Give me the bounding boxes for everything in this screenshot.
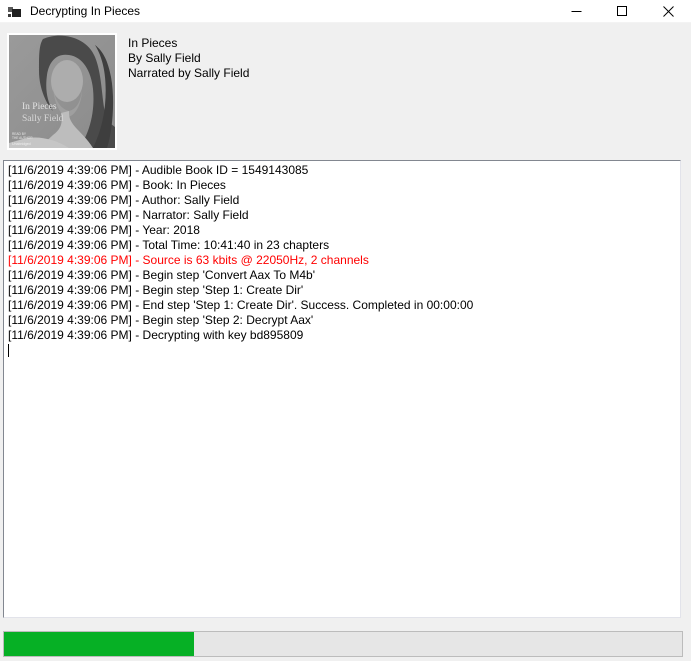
log-textbox[interactable]: [11/6/2019 4:39:06 PM] - Audible Book ID…	[3, 160, 681, 618]
log-caret-line	[8, 343, 678, 358]
log-entry: [11/6/2019 4:39:06 PM] - Total Time: 10:…	[8, 238, 678, 253]
log-entry: [11/6/2019 4:39:06 PM] - Begin step 'Ste…	[8, 283, 678, 298]
text-caret	[8, 344, 9, 357]
cover-edition-text: Unabridged	[12, 142, 31, 146]
title-bar: Decrypting In Pieces	[0, 0, 691, 23]
maximize-button[interactable]	[599, 0, 645, 23]
log-entry: [11/6/2019 4:39:06 PM] - Source is 63 kb…	[8, 253, 678, 268]
book-author: By Sally Field	[128, 51, 249, 66]
log-entry: [11/6/2019 4:39:06 PM] - Year: 2018	[8, 223, 678, 238]
log-entry: [11/6/2019 4:39:06 PM] - Audible Book ID…	[8, 163, 678, 178]
progress-fill	[4, 632, 194, 656]
progress-bar	[3, 631, 683, 657]
log-entry: [11/6/2019 4:39:06 PM] - Narrator: Sally…	[8, 208, 678, 223]
log-entry: [11/6/2019 4:39:06 PM] - Author: Sally F…	[8, 193, 678, 208]
minimize-icon	[571, 6, 582, 17]
maximize-icon	[617, 6, 628, 17]
cover-readby-line2: THE AUTHOR	[12, 136, 33, 140]
log-entry: [11/6/2019 4:39:06 PM] - Begin step 'Con…	[8, 268, 678, 283]
log-entry: [11/6/2019 4:39:06 PM] - Book: In Pieces	[8, 178, 678, 193]
book-title: In Pieces	[128, 36, 249, 51]
cover-title-text: In Pieces	[22, 102, 57, 112]
close-button[interactable]	[645, 0, 691, 23]
caption-buttons	[553, 0, 691, 23]
log-entry: [11/6/2019 4:39:06 PM] - Begin step 'Ste…	[8, 313, 678, 328]
minimize-button[interactable]	[553, 0, 599, 23]
log-entry: [11/6/2019 4:39:06 PM] - Decrypting with…	[8, 328, 678, 343]
book-cover-art: In Pieces Sally Field READ BY THE AUTHOR…	[9, 35, 115, 148]
close-icon	[663, 6, 674, 17]
window-title: Decrypting In Pieces	[30, 4, 140, 18]
book-info: In Pieces By Sally Field Narrated by Sal…	[128, 36, 249, 81]
book-narrator: Narrated by Sally Field	[128, 66, 249, 81]
app-icon	[8, 5, 21, 18]
book-cover-image: In Pieces Sally Field READ BY THE AUTHOR…	[7, 33, 117, 150]
cover-author-text: Sally Field	[22, 114, 64, 124]
log-entry: [11/6/2019 4:39:06 PM] - End step 'Step …	[8, 298, 678, 313]
